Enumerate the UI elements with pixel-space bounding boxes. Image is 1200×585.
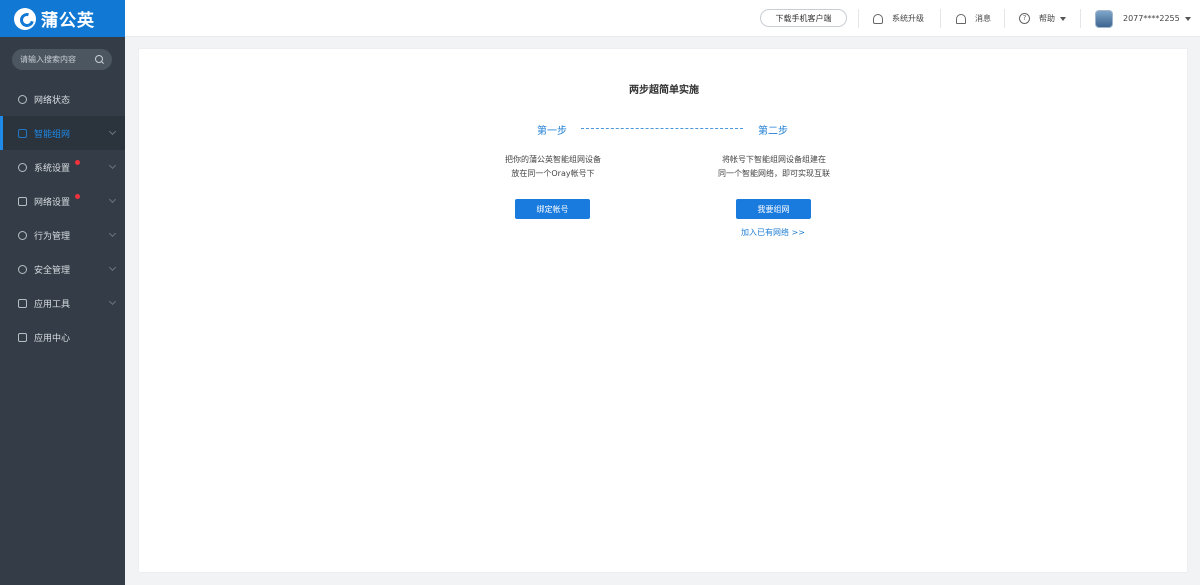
- step-one-description: 把你的蒲公英智能组网设备 放在同一个Oray帐号下: [463, 153, 643, 181]
- sidebar: 蒲公英 网络状态 智能组网 系统设置 网络设置 行为管理: [0, 0, 125, 585]
- behavior-icon: [18, 230, 27, 240]
- sidebar-item-app-center[interactable]: 应用中心: [0, 320, 125, 354]
- sidebar-item-label: 安全管理: [34, 265, 71, 276]
- logo-bar[interactable]: 蒲公英: [0, 0, 125, 37]
- smart-network-icon: [18, 128, 27, 138]
- sidebar-item-label: 应用中心: [34, 333, 71, 344]
- notification-dot: [75, 160, 80, 165]
- divider: [1004, 9, 1005, 28]
- chevron-down-icon: [108, 127, 117, 136]
- messages-link[interactable]: 消息: [956, 0, 991, 37]
- gear-icon: [18, 162, 27, 172]
- step-one-line-1: 把你的蒲公英智能组网设备: [505, 155, 601, 164]
- messages-label: 消息: [975, 14, 991, 23]
- avatar: [1095, 9, 1113, 28]
- sidebar-item-label: 网络设置: [34, 197, 71, 208]
- search-icon[interactable]: [95, 55, 104, 64]
- shield-icon: [18, 264, 27, 274]
- bell-icon: [956, 13, 966, 24]
- step-one-line-2: 放在同一个Oray帐号下: [511, 169, 595, 178]
- system-upgrade-label: 系统升级: [892, 14, 924, 23]
- bind-account-button[interactable]: 绑定帐号: [515, 199, 590, 219]
- create-network-button[interactable]: 我要组网: [736, 199, 811, 219]
- sidebar-item-system-settings[interactable]: 系统设置: [0, 150, 125, 184]
- system-upgrade-link[interactable]: 系统升级: [873, 0, 924, 37]
- sidebar-item-label: 系统设置: [34, 163, 71, 174]
- chevron-down-icon: [108, 297, 117, 306]
- divider: [858, 9, 859, 28]
- sidebar-item-behavior[interactable]: 行为管理: [0, 218, 125, 252]
- chevron-down-icon: [108, 263, 117, 272]
- search-input[interactable]: [20, 55, 92, 64]
- brand-name: 蒲公英: [41, 11, 95, 31]
- search-box: [12, 49, 112, 70]
- caret-down-icon: [1184, 16, 1191, 21]
- help-label: 帮助: [1039, 14, 1055, 23]
- toolbox-icon: [18, 298, 27, 308]
- page-title: 两步超简单实施: [629, 85, 699, 96]
- step-one-label: 第一步: [537, 126, 567, 137]
- chevron-down-icon: [108, 195, 117, 204]
- sidebar-item-network-status[interactable]: 网络状态: [0, 82, 125, 116]
- help-icon: ?: [1019, 13, 1030, 24]
- account-menu[interactable]: 2077****2255: [1095, 0, 1191, 37]
- divider: [940, 9, 941, 28]
- sidebar-nav: 网络状态 智能组网 系统设置 网络设置 行为管理 安全管理 应用工具 应用中心: [0, 82, 125, 354]
- sidebar-item-label: 网络状态: [34, 95, 71, 106]
- account-name: 2077****2255: [1123, 14, 1180, 23]
- chevron-down-icon: [108, 229, 117, 238]
- step-two-description: 将帐号下智能组网设备组建在 同一个智能网络，即可实现互联: [684, 153, 864, 181]
- sidebar-item-label: 行为管理: [34, 231, 71, 242]
- divider: [1080, 9, 1081, 28]
- download-client-button[interactable]: 下载手机客户端: [760, 9, 847, 27]
- sidebar-item-smart-network[interactable]: 智能组网: [0, 116, 125, 150]
- network-status-icon: [18, 94, 27, 104]
- sidebar-item-label: 应用工具: [34, 299, 71, 310]
- upgrade-icon: [873, 13, 883, 24]
- logo-icon: [14, 7, 36, 30]
- sidebar-item-network-settings[interactable]: 网络设置: [0, 184, 125, 218]
- step-two-line-2: 同一个智能网络，即可实现互联: [718, 169, 830, 178]
- caret-down-icon: [1060, 16, 1066, 21]
- join-existing-network-link[interactable]: 加入已有网络 >>: [741, 227, 805, 238]
- step-two-line-1: 将帐号下智能组网设备组建在: [722, 155, 826, 164]
- app-center-icon: [18, 332, 27, 342]
- step-connector-line: [581, 128, 743, 129]
- sidebar-item-tools[interactable]: 应用工具: [0, 286, 125, 320]
- chevron-down-icon: [108, 161, 117, 170]
- step-two-label: 第二步: [758, 126, 788, 137]
- notification-dot: [75, 194, 80, 199]
- main-panel: 两步超简单实施 第一步 第二步 把你的蒲公英智能组网设备 放在同一个Oray帐号…: [138, 48, 1188, 573]
- network-settings-icon: [18, 196, 27, 206]
- sidebar-item-label: 智能组网: [34, 129, 71, 140]
- top-header: 下载手机客户端 系统升级 消息 ? 帮助 2077****2255: [125, 0, 1200, 37]
- help-menu[interactable]: ? 帮助: [1019, 0, 1066, 37]
- sidebar-item-security[interactable]: 安全管理: [0, 252, 125, 286]
